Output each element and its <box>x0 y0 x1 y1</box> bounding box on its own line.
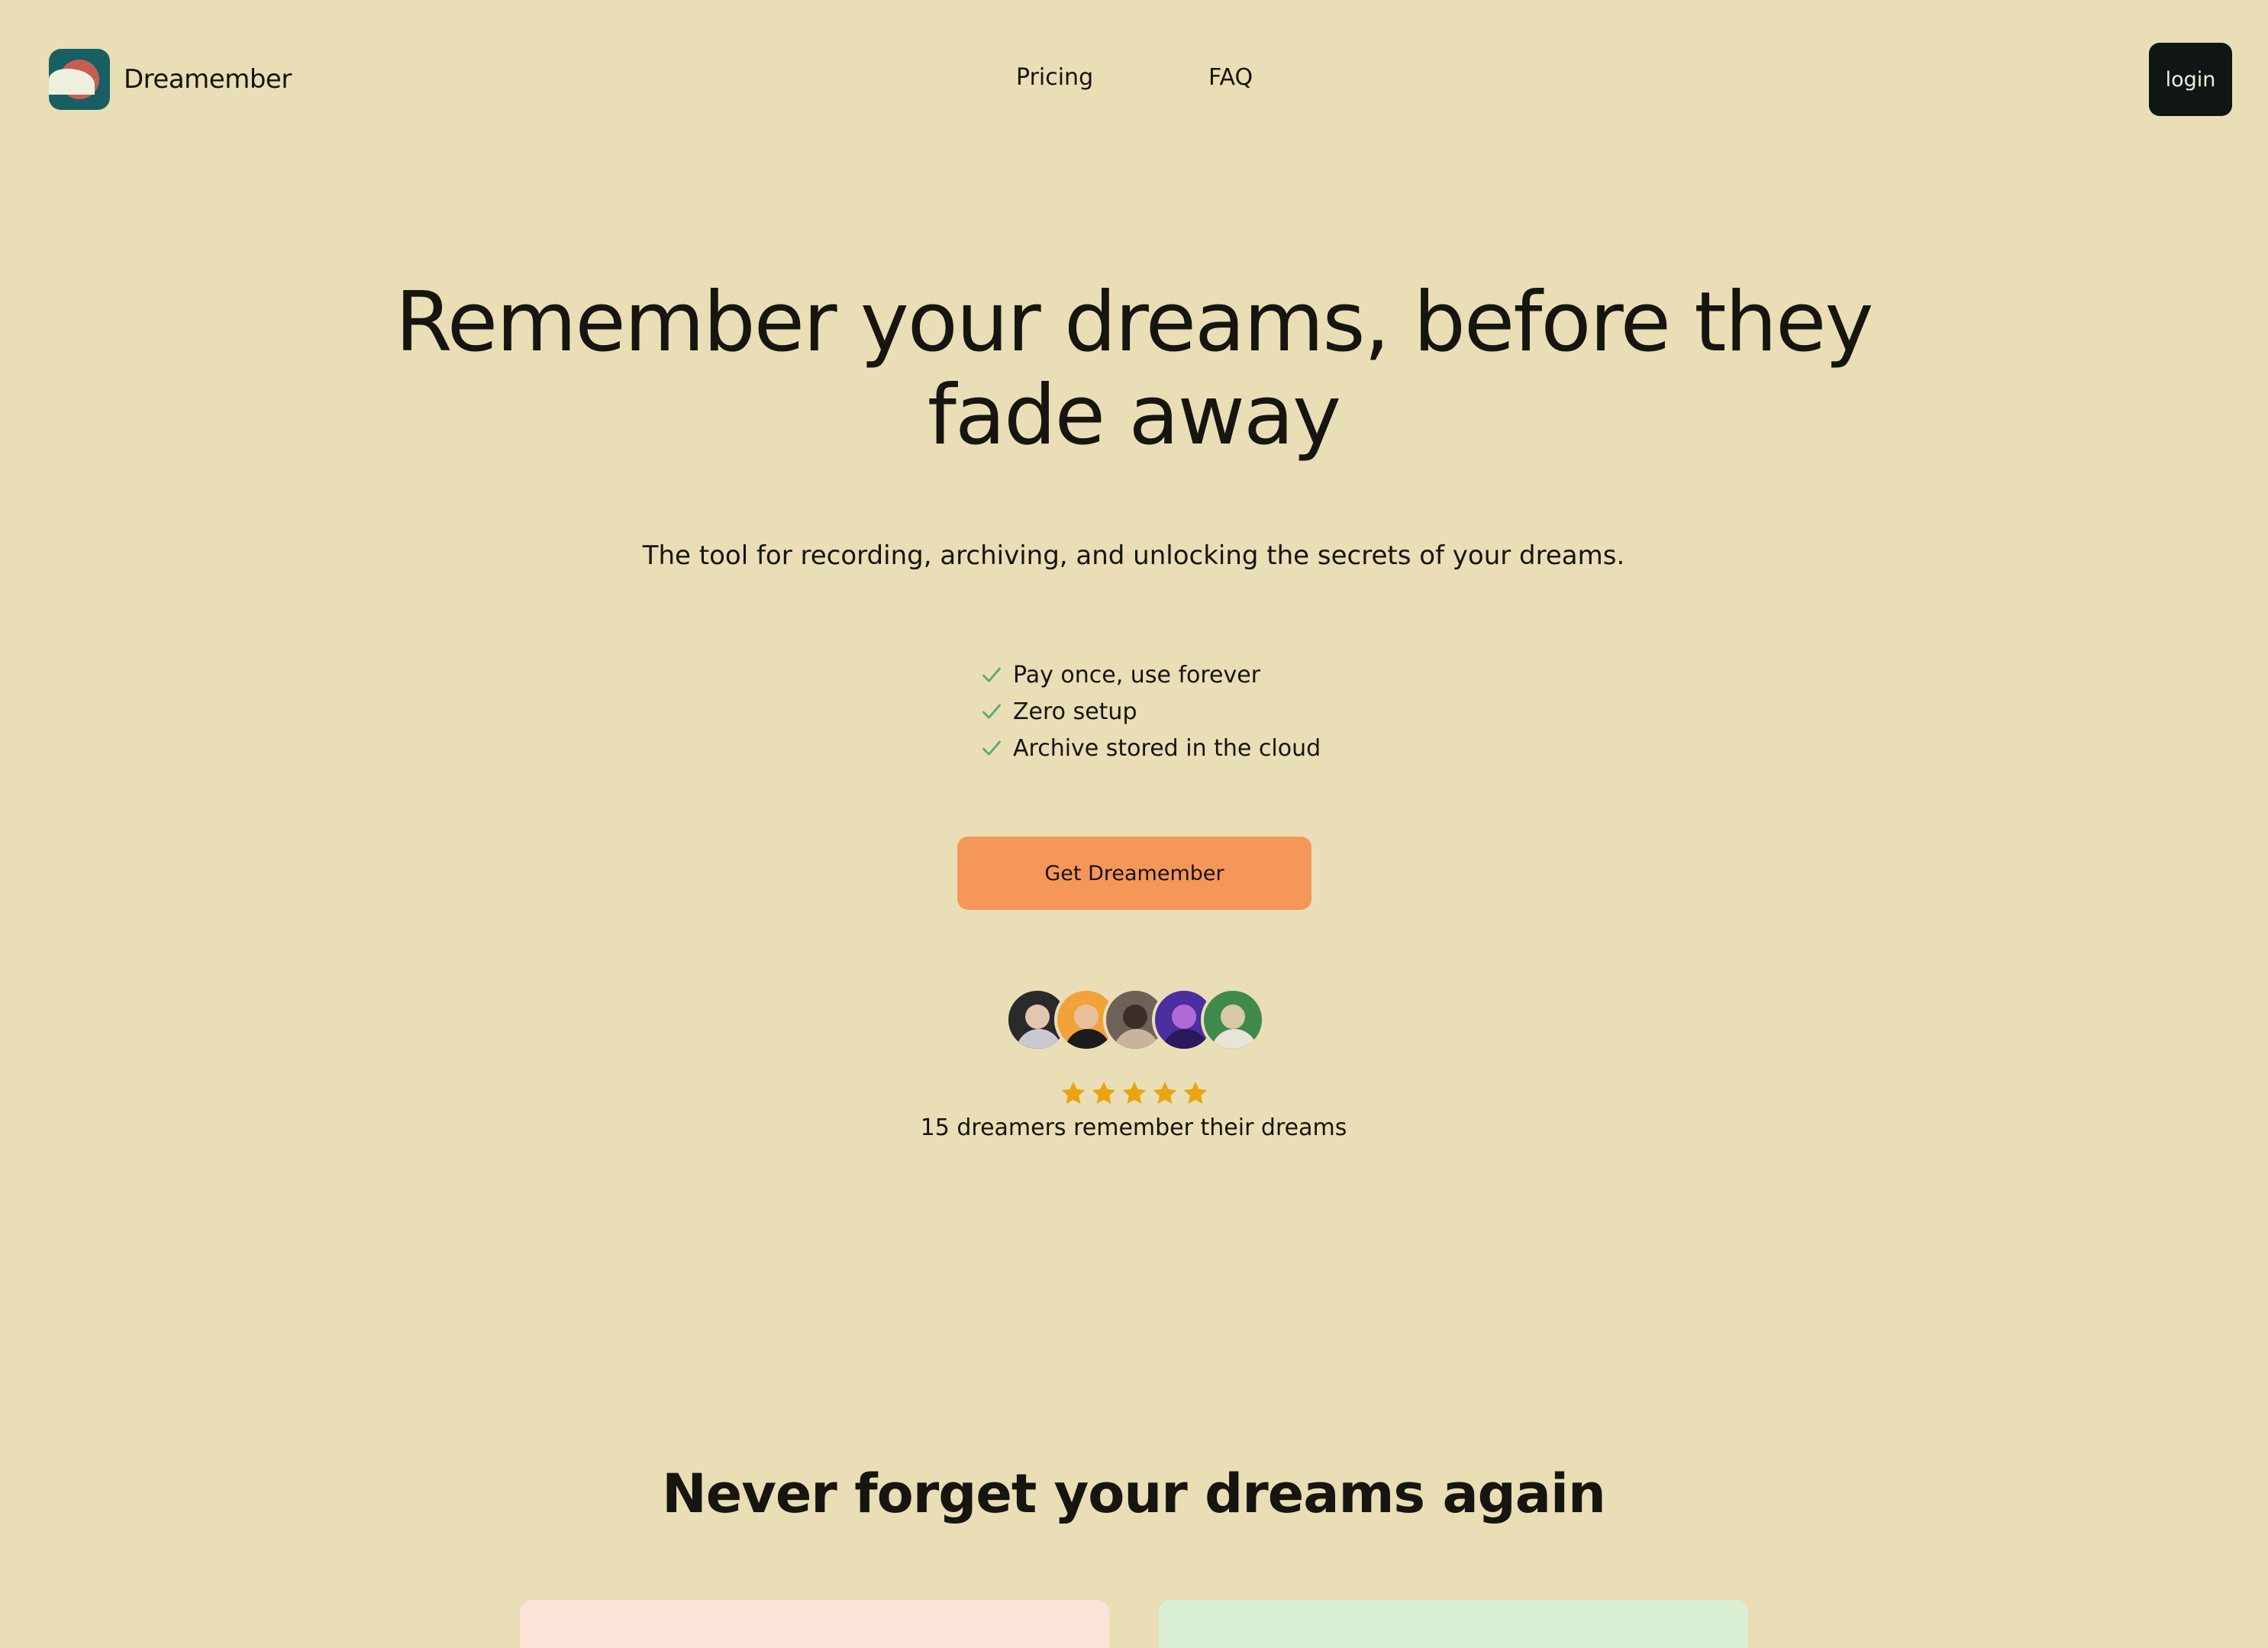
feature-item: Archive stored in the cloud <box>981 730 1321 766</box>
star-icon <box>1061 1082 1086 1105</box>
moon-cloud-logo-icon <box>49 49 110 110</box>
login-button[interactable]: login <box>2149 43 2232 116</box>
feature-card <box>520 1600 1109 1648</box>
check-icon <box>982 740 1001 756</box>
hero-subtitle: The tool for recording, archiving, and u… <box>642 540 1625 571</box>
feature-label: Zero setup <box>1013 698 1137 725</box>
feature-label: Pay once, use forever <box>1013 661 1261 689</box>
star-rating <box>1060 1079 1209 1107</box>
check-icon <box>982 704 1001 719</box>
brand-logo-link[interactable]: Dreamember <box>49 49 292 110</box>
check-icon <box>982 667 1001 682</box>
star-icon <box>1183 1082 1208 1105</box>
landing-page: Dreamember Pricing FAQ login Remember yo… <box>0 0 2268 1648</box>
feature-item: Pay once, use forever <box>981 656 1321 693</box>
star-icon <box>1092 1082 1116 1105</box>
star-icon <box>1153 1082 1177 1105</box>
feature-list: Pay once, use forever Zero setup Archive… <box>981 656 1321 766</box>
hero-title: Remember your dreams, before they fade a… <box>395 275 1874 463</box>
feature-card <box>1159 1600 1748 1648</box>
avatar <box>1201 988 1265 1052</box>
nav-link-faq[interactable]: FAQ <box>1208 64 1253 91</box>
feature-item: Zero setup <box>981 693 1321 730</box>
star-icon <box>1122 1082 1147 1105</box>
nav-link-pricing[interactable]: Pricing <box>1016 64 1093 91</box>
get-dreamember-button[interactable]: Get Dreamember <box>957 837 1311 910</box>
feature-label: Archive stored in the cloud <box>1013 734 1321 762</box>
user-avatars <box>1005 988 1265 1052</box>
rating-text: 15 dreamers remember their dreams <box>920 1114 1347 1141</box>
section-title: Never forget your dreams again <box>662 1463 1606 1525</box>
brand-name: Dreamember <box>124 64 292 95</box>
